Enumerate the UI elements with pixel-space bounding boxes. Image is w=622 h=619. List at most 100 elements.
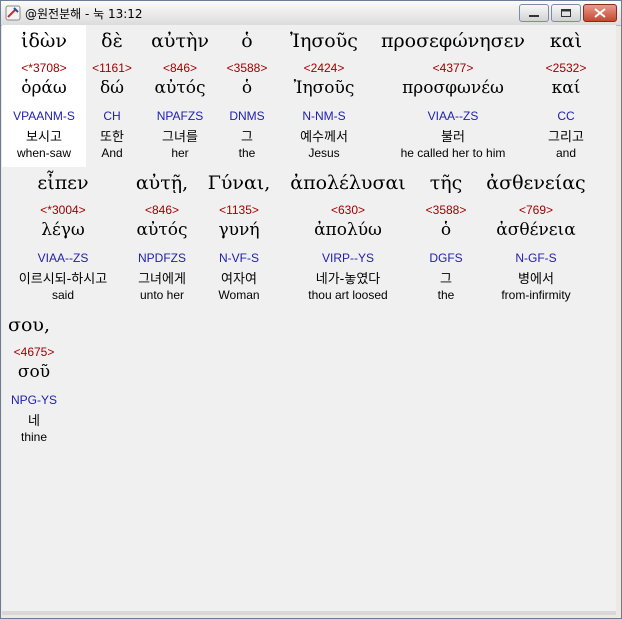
app-icon[interactable]: [5, 5, 21, 21]
lemma: ὁ: [440, 220, 452, 240]
morphology-code: N-NM-S: [302, 109, 346, 123]
strong-number[interactable]: <2424>: [278, 61, 370, 75]
english-gloss: said: [51, 288, 74, 302]
morphology-code: CH: [103, 109, 121, 123]
word-column[interactable]: δὲ <1161> δώ CH 또한 And: [86, 30, 138, 165]
strong-number[interactable]: <3588>: [222, 61, 272, 75]
maximize-icon: [561, 9, 571, 17]
minimize-icon: [529, 15, 539, 17]
strong-number[interactable]: <2532>: [536, 61, 596, 75]
morphology-code: DGFS: [429, 251, 463, 265]
greek-word: δὲ: [101, 30, 123, 52]
lemma: αὐτός: [154, 78, 206, 98]
word-column[interactable]: καὶ <2532> καί CC 그리고 and: [536, 30, 596, 165]
strong-number[interactable]: <769>: [476, 203, 596, 217]
greek-word: ἀσθενείας: [486, 172, 586, 194]
word-column[interactable]: αὐτῇ, <846> αὐτός NPDFZS 그녀에게 unto her: [124, 172, 200, 307]
english-gloss: the: [437, 288, 455, 302]
lemma: δώ: [99, 78, 125, 98]
morphology-code: DNMS: [229, 109, 265, 123]
strong-number[interactable]: <1135>: [202, 203, 276, 217]
status-strip: [2, 611, 616, 615]
lemma: σοῦ: [17, 362, 51, 382]
title-bar[interactable]: @원전분해 - 눅 13:12: [1, 1, 621, 26]
korean-gloss: 네가-놓였다: [315, 272, 381, 287]
greek-word: αὐτῇ,: [135, 172, 189, 194]
lemma: ἀσθένεια: [496, 220, 576, 240]
morphology-code: NPG-YS: [10, 393, 57, 407]
english-gloss: Jesus: [308, 146, 340, 160]
korean-gloss: 그: [241, 130, 253, 145]
greek-word: σου,: [8, 314, 50, 336]
greek-word: ἀπολέλυσαι: [290, 172, 406, 194]
korean-gloss: 그리고: [548, 130, 584, 145]
korean-gloss: 네: [28, 414, 40, 429]
strong-number[interactable]: <846>: [124, 203, 200, 217]
strong-number[interactable]: <3588>: [414, 203, 478, 217]
minimize-button[interactable]: [519, 4, 549, 22]
lemma: Ἰησοῦς: [293, 78, 355, 98]
korean-gloss: 불러: [441, 130, 465, 145]
close-button[interactable]: [583, 4, 617, 22]
english-gloss: when-saw: [16, 146, 72, 160]
word-column[interactable]: αὐτὴν <846> αὐτός NPAFZS 그녀를 her: [140, 30, 220, 165]
morphology-code: VIAA--ZS: [427, 109, 479, 123]
english-gloss: he called her to him: [400, 146, 506, 160]
lemma: γυνή: [218, 220, 260, 240]
english-gloss: thine: [20, 430, 48, 444]
korean-gloss: 그녀를: [162, 130, 198, 145]
lemma: ἀπολύω: [314, 220, 382, 240]
strong-number[interactable]: <4377>: [374, 61, 532, 75]
close-icon: [594, 8, 606, 18]
window-title: @원전분해 - 눅 13:12: [25, 7, 143, 21]
lemma: ὁ: [241, 78, 253, 98]
greek-word: αὐτὴν: [151, 30, 209, 52]
greek-word: καὶ: [549, 30, 583, 52]
lemma: καί: [551, 78, 581, 98]
word-column[interactable]: Ἰησοῦς <2424> Ἰησοῦς N-NM-S 예수께서 Jesus: [278, 30, 370, 165]
morphology-code: VIAA--ZS: [37, 251, 89, 265]
greek-word: προσεφώνησεν: [380, 30, 525, 52]
korean-gloss: 그: [440, 272, 452, 287]
strong-number[interactable]: <1161>: [86, 61, 138, 75]
english-gloss: her: [171, 146, 189, 160]
korean-gloss: 그녀에게: [138, 272, 186, 287]
word-column[interactable]: ὁ <3588> ὁ DNMS 그 the: [222, 30, 272, 165]
strong-number[interactable]: <*3708>: [6, 61, 82, 75]
strong-number[interactable]: <*3004>: [4, 203, 122, 217]
lemma: προσφωνέω: [402, 78, 504, 98]
greek-word: ὁ: [241, 30, 253, 52]
morphology-code: VIRP--YS: [321, 251, 374, 265]
morphology-code: NPDFZS: [138, 251, 186, 265]
greek-word: Ἰησοῦς: [290, 30, 358, 52]
word-column[interactable]: ἰδὼν <*3708> ὁράω VPAANM-S 보시고 when-saw: [6, 30, 82, 165]
korean-gloss: 또한: [100, 130, 124, 145]
lemma: ὁράω: [21, 78, 67, 98]
greek-word: τῆς: [429, 172, 463, 194]
maximize-button[interactable]: [551, 4, 581, 22]
morphology-code: CC: [557, 109, 575, 123]
morphology-code: N-GF-S: [515, 251, 557, 265]
greek-word: Γύναι,: [207, 172, 271, 194]
word-column[interactable]: εἶπεν <*3004> λέγω VIAA--ZS 이르시되-하시고 sai…: [4, 172, 122, 307]
english-gloss: and: [555, 146, 577, 160]
english-gloss: unto her: [139, 288, 185, 302]
strong-number[interactable]: <630>: [280, 203, 416, 217]
greek-word: ἰδὼν: [21, 30, 67, 52]
lemma: αὐτός: [136, 220, 188, 240]
strong-number[interactable]: <4675>: [4, 345, 64, 359]
word-column[interactable]: τῆς <3588> ὁ DGFS 그 the: [414, 172, 478, 307]
word-column[interactable]: ἀπολέλυσαι <630> ἀπολύω VIRP--YS 네가-놓였다 …: [280, 172, 416, 307]
korean-gloss: 여자여: [221, 272, 257, 287]
english-gloss: Woman: [218, 288, 260, 302]
word-column[interactable]: σου, <4675> σοῦ NPG-YS 네 thine: [4, 314, 64, 449]
lemma: λέγω: [41, 220, 85, 240]
morphology-code: VPAANM-S: [13, 109, 75, 123]
word-column[interactable]: Γύναι, <1135> γυνή N-VF-S 여자여 Woman: [202, 172, 276, 307]
english-gloss: from-infirmity: [501, 288, 571, 302]
strong-number[interactable]: <846>: [140, 61, 220, 75]
english-gloss: And: [101, 146, 123, 160]
word-column[interactable]: ἀσθενείας <769> ἀσθένεια N-GF-S 병에서 from…: [476, 172, 596, 307]
word-column[interactable]: προσεφώνησεν <4377> προσφωνέω VIAA--ZS 불…: [374, 30, 532, 165]
greek-word: εἶπεν: [37, 172, 89, 194]
